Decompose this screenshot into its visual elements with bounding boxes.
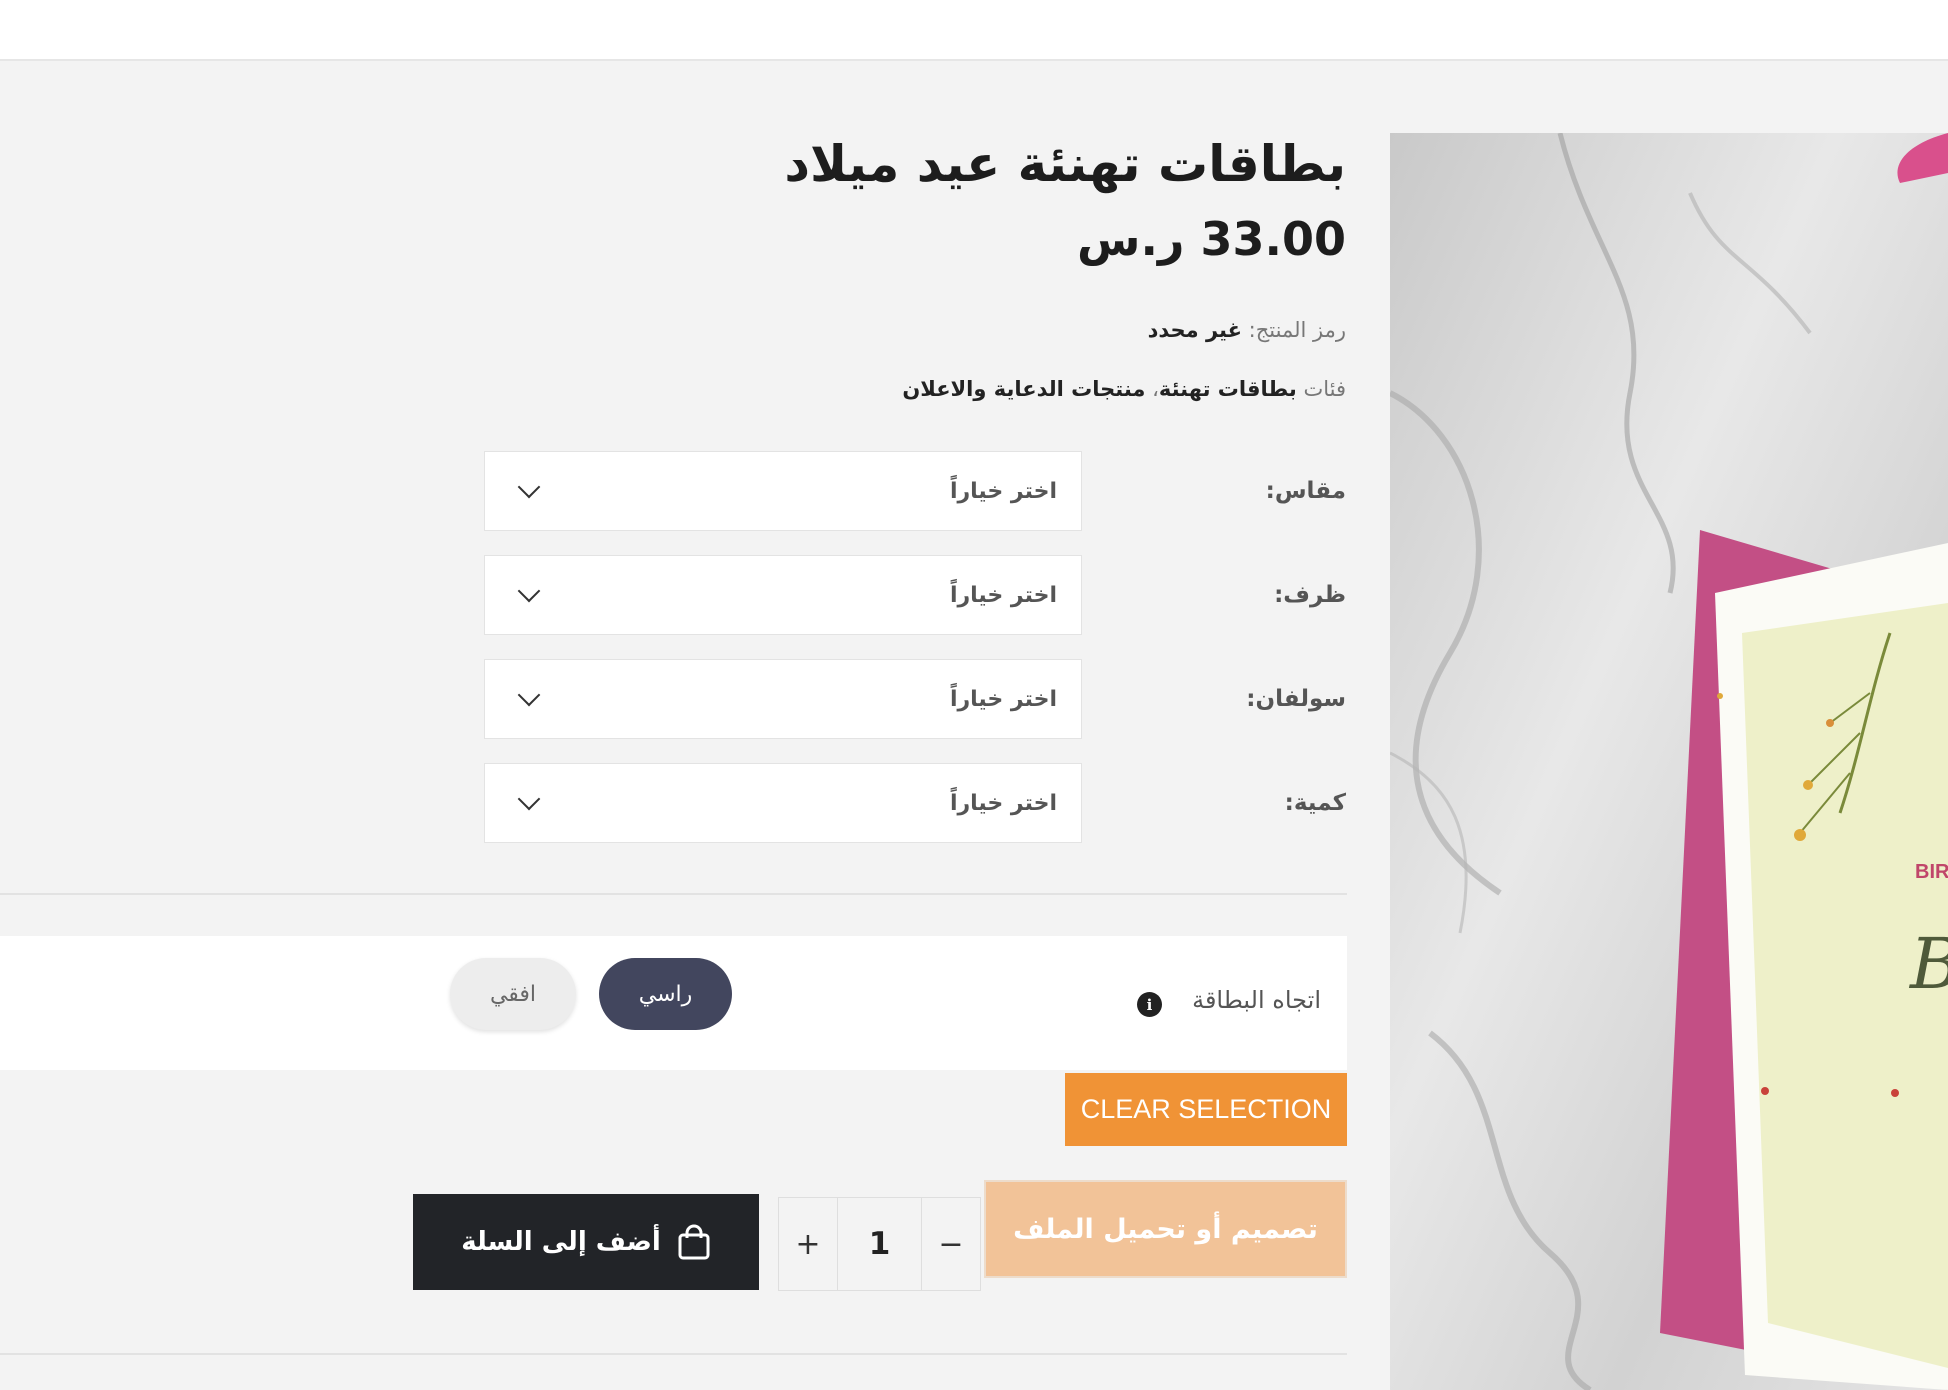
birthday-card-photo: BIRTHDAY Be <box>1390 133 1948 1390</box>
quantity-select[interactable]: اختر خياراً <box>484 763 1082 843</box>
product-image[interactable]: BIRTHDAY Be <box>1390 133 1948 1390</box>
quantity-increase-button[interactable]: + <box>779 1198 837 1290</box>
divider <box>0 1353 1347 1355</box>
quantity-select-value: اختر خياراً <box>949 790 1057 816</box>
envelope-select[interactable]: اختر خياراً <box>484 555 1082 635</box>
site-header <box>0 0 1948 61</box>
product-categories: فئات بطاقات تهنئة، منتجات الدعاية والاعل… <box>902 377 1346 401</box>
shopping-bag-icon <box>678 1224 710 1260</box>
categories-label: فئات <box>1303 377 1346 401</box>
add-to-cart-button[interactable]: أضف إلى السلة <box>413 1194 759 1290</box>
sku-value: غير محدد <box>1147 318 1242 342</box>
design-or-upload-button[interactable]: تصميم أو تحميل الملف <box>984 1180 1347 1278</box>
quantity-decrease-button[interactable]: − <box>922 1198 980 1290</box>
card-orientation-panel: اتجاه البطاقة i راسي افقي <box>0 936 1347 1070</box>
size-select-value: اختر خياراً <box>949 478 1057 504</box>
product-price: 33.00 ر.س <box>1077 212 1346 266</box>
product-sku: رمز المنتج: غير محدد <box>1148 318 1346 342</box>
orientation-label: اتجاه البطاقة <box>1192 986 1321 1014</box>
category-link-greeting-cards[interactable]: بطاقات تهنئة <box>1159 377 1297 401</box>
cellophane-select-value: اختر خياراً <box>949 686 1057 712</box>
category-separator: ، <box>1152 377 1159 401</box>
size-select[interactable]: اختر خياراً <box>484 451 1082 531</box>
envelope-select-value: اختر خياراً <box>949 582 1057 608</box>
cellophane-select[interactable]: اختر خياراً <box>484 659 1082 739</box>
chevron-down-icon <box>517 787 541 811</box>
info-icon[interactable]: i <box>1137 992 1162 1017</box>
product-title: بطاقات تهنئة عيد ميلاد <box>784 135 1346 193</box>
quantity-stepper[interactable]: + 1 − <box>778 1197 981 1291</box>
card-image-text: BIRTHDAY <box>1915 861 1948 883</box>
divider <box>0 893 1347 895</box>
svg-text:Be: Be <box>1908 923 1948 1005</box>
sku-label: رمز المنتج: <box>1248 318 1346 342</box>
variation-label-quantity: كمية: <box>1284 790 1346 816</box>
chevron-down-icon <box>517 579 541 603</box>
variation-label-size: مقاس: <box>1265 478 1346 504</box>
category-link-advertising[interactable]: منتجات الدعاية والاعلان <box>902 377 1145 401</box>
quantity-input[interactable]: 1 <box>837 1198 922 1290</box>
chevron-down-icon <box>517 475 541 499</box>
chevron-down-icon <box>517 683 541 707</box>
variation-label-envelope: ظرف: <box>1274 582 1346 608</box>
variation-label-cellophane: سولفان: <box>1246 686 1346 712</box>
clear-selection-button[interactable]: CLEAR SELECTION <box>1065 1073 1347 1146</box>
orientation-option-landscape[interactable]: افقي <box>450 958 576 1030</box>
orientation-option-portrait[interactable]: راسي <box>599 958 732 1030</box>
add-to-cart-label: أضف إلى السلة <box>461 1227 661 1257</box>
